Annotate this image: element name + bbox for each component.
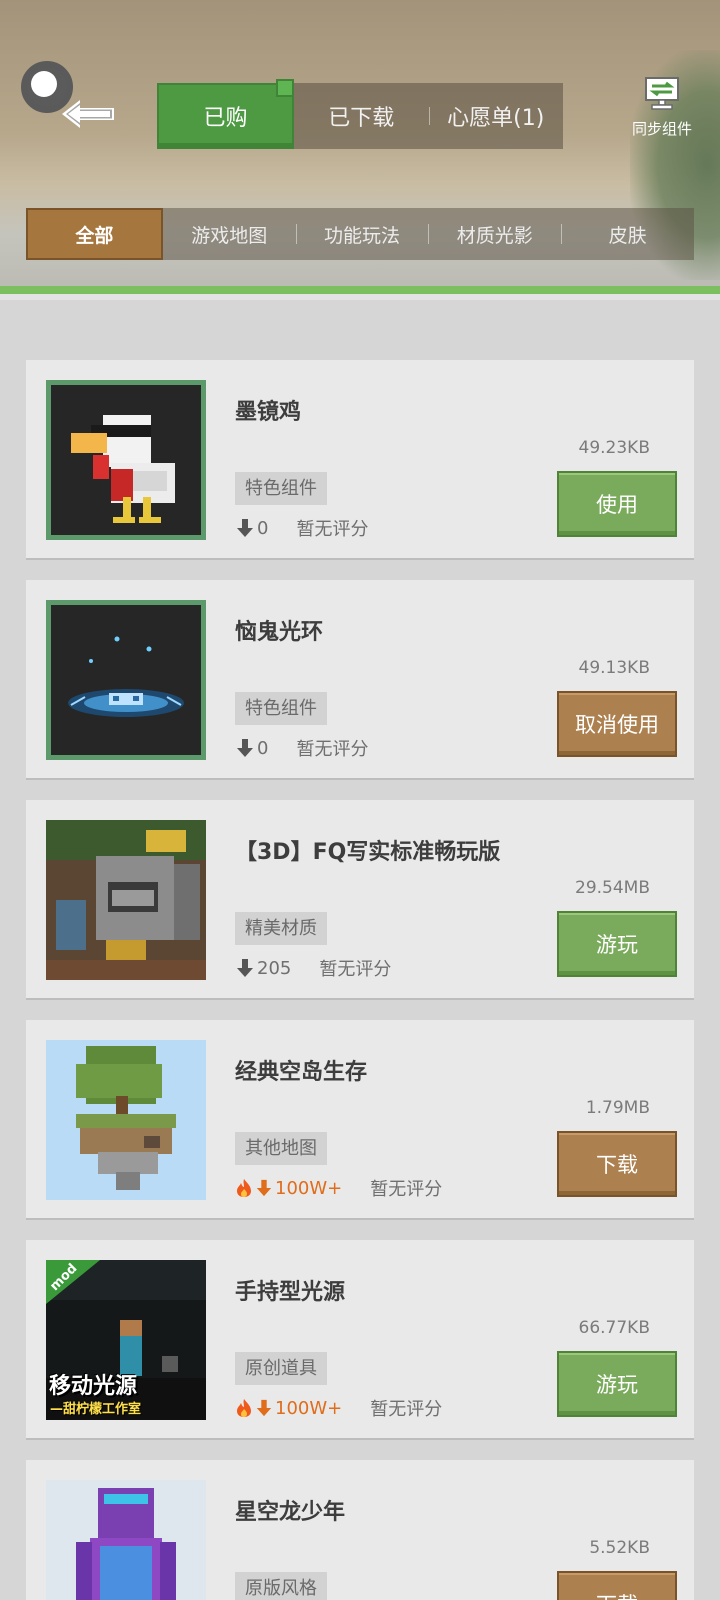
- sync-label: 同步组件: [631, 120, 692, 138]
- download-count: 0: [235, 518, 268, 539]
- list-item[interactable]: 星空龙少年 5.52KB 原版风格 下载: [26, 1460, 694, 1600]
- download-arrow-icon: [256, 1399, 272, 1417]
- download-count: 205: [235, 958, 291, 979]
- download-count-value: 0: [257, 517, 269, 539]
- item-category-tag: 其他地图: [235, 1132, 327, 1165]
- cancel-use-button[interactable]: 取消使用: [557, 691, 677, 757]
- download-arrow-icon: [237, 519, 253, 537]
- item-stats: 100W+ 暂无评分: [235, 1395, 442, 1421]
- header: 已购 已下载 心愿单(1) 同步组件 全部 游戏地图 功能玩法 材质光影 皮肤: [0, 0, 720, 300]
- download-count: 100W+: [235, 1398, 342, 1419]
- thumb-overlay-subtitle: —甜柠檬工作室: [50, 1402, 142, 1417]
- item-thumbnail: mod 移动光源 —甜柠檬工作室: [46, 1260, 206, 1420]
- item-title: 墨镜鸡: [235, 400, 302, 425]
- filter-all[interactable]: 全部: [26, 208, 163, 260]
- download-arrow-icon: [237, 959, 253, 977]
- back-button[interactable]: [18, 58, 114, 128]
- tab-wishlist[interactable]: 心愿单(1): [428, 83, 564, 149]
- use-button[interactable]: 使用: [557, 471, 677, 537]
- download-count-value: 0: [257, 737, 269, 759]
- download-button[interactable]: 下载: [557, 1571, 677, 1600]
- download-arrow-icon: [237, 739, 253, 757]
- rating-text: 暂无评分: [319, 959, 392, 980]
- filter-all-label: 全部: [75, 224, 114, 247]
- header-divider: [0, 286, 720, 294]
- item-size: 1.79MB: [585, 1098, 650, 1118]
- item-stats: 205 暂无评分: [235, 955, 391, 981]
- item-category-tag: 特色组件: [235, 692, 327, 725]
- rating-text: 暂无评分: [370, 1399, 443, 1420]
- sunglasses-chicken-icon: [51, 385, 201, 535]
- list-item[interactable]: 墨镜鸡 49.23KB 特色组件 0 暂无评分 使用: [26, 360, 694, 558]
- rating-text: 暂无评分: [370, 1179, 443, 1200]
- fire-icon: [237, 1399, 251, 1417]
- item-title: 手持型光源: [235, 1280, 346, 1305]
- filter-gameplay-label: 功能玩法: [323, 224, 400, 247]
- item-category-tag: 精美材质: [235, 912, 327, 945]
- item-size: 49.23KB: [578, 438, 650, 458]
- tab-purchased[interactable]: 已购: [157, 79, 294, 149]
- status-bar: [0, 0, 720, 18]
- item-title: 经典空岛生存: [235, 1060, 368, 1085]
- back-arrow-icon: [62, 100, 114, 128]
- tab-downloaded-label: 已下载: [328, 106, 395, 131]
- download-count: 100W+: [235, 1178, 342, 1199]
- item-title: 星空龙少年: [235, 1500, 346, 1525]
- item-size: 5.52KB: [589, 1538, 650, 1558]
- list-item[interactable]: mod 移动光源 —甜柠檬工作室 手持型光源 66.77KB 原创道具 100W…: [26, 1240, 694, 1438]
- item-category-tag: 原版风格: [235, 1572, 327, 1600]
- list-item[interactable]: 经典空岛生存 1.79MB 其他地图 100W+ 暂无评分 下载: [26, 1020, 694, 1218]
- filter-tab-bar: 全部 游戏地图 功能玩法 材质光影 皮肤: [26, 208, 694, 260]
- item-stats: 0 暂无评分: [235, 515, 368, 541]
- list-item[interactable]: 恼鬼光环 49.13KB 特色组件 0 暂无评分 取消使用: [26, 580, 694, 778]
- starry-skin-icon: [46, 1480, 206, 1600]
- furnace-block-icon: [46, 820, 206, 980]
- play-button[interactable]: 游玩: [557, 911, 677, 977]
- fire-icon: [237, 1179, 251, 1197]
- filter-game-maps-label: 游戏地图: [191, 224, 268, 247]
- header-divider-shadow: [0, 294, 720, 300]
- ghost-halo-icon: [51, 605, 201, 755]
- download-count-value: 100W+: [275, 1397, 343, 1419]
- item-thumbnail: [46, 1040, 206, 1200]
- sync-components-button[interactable]: 同步组件: [622, 76, 702, 146]
- item-thumbnail: [46, 380, 206, 540]
- item-category-tag: 原创道具: [235, 1352, 327, 1385]
- item-stats: 0 暂无评分: [235, 735, 368, 761]
- item-size: 49.13KB: [578, 658, 650, 678]
- thumb-overlay-title: 移动光源: [49, 1374, 138, 1399]
- item-stats: 100W+ 暂无评分: [235, 1175, 442, 1201]
- download-count: 0: [235, 738, 268, 759]
- list-item[interactable]: 【3D】FQ写实标准畅玩版 29.54MB 精美材质 205 暂无评分 游玩: [26, 800, 694, 998]
- item-title: 【3D】FQ写实标准畅玩版: [235, 840, 501, 865]
- play-button[interactable]: 游玩: [557, 1351, 677, 1417]
- filter-gameplay[interactable]: 功能玩法: [295, 208, 429, 260]
- rating-text: 暂无评分: [296, 739, 369, 760]
- item-thumbnail: [46, 1480, 206, 1600]
- download-count-value: 100W+: [275, 1177, 343, 1199]
- item-list: 墨镜鸡 49.23KB 特色组件 0 暂无评分 使用 恼鬼光环 49.13KB …: [26, 360, 694, 1600]
- top-tab-bar: 已购 已下载 心愿单(1): [157, 79, 564, 149]
- item-size: 29.54MB: [575, 878, 650, 898]
- item-thumbnail: [46, 820, 206, 980]
- filter-game-maps[interactable]: 游戏地图: [163, 208, 296, 260]
- sync-monitor-icon: [645, 77, 679, 110]
- download-arrow-icon: [256, 1179, 272, 1197]
- item-thumbnail: [46, 600, 206, 760]
- filter-textures-label: 材质光影: [456, 224, 533, 247]
- item-title: 恼鬼光环: [235, 620, 324, 645]
- item-size: 66.77KB: [578, 1318, 650, 1338]
- download-button[interactable]: 下载: [557, 1131, 677, 1197]
- filter-skins-label: 皮肤: [608, 224, 647, 247]
- rating-text: 暂无评分: [296, 519, 369, 540]
- filter-skins[interactable]: 皮肤: [561, 208, 694, 260]
- download-count-value: 205: [257, 957, 292, 979]
- sky-island-icon: [46, 1040, 206, 1200]
- tab-purchased-label: 已购: [203, 106, 248, 131]
- tab-downloaded[interactable]: 已下载: [294, 83, 429, 149]
- filter-textures[interactable]: 材质光影: [428, 208, 561, 260]
- tab-wishlist-label: 心愿单(1): [447, 106, 545, 131]
- item-category-tag: 特色组件: [235, 472, 327, 505]
